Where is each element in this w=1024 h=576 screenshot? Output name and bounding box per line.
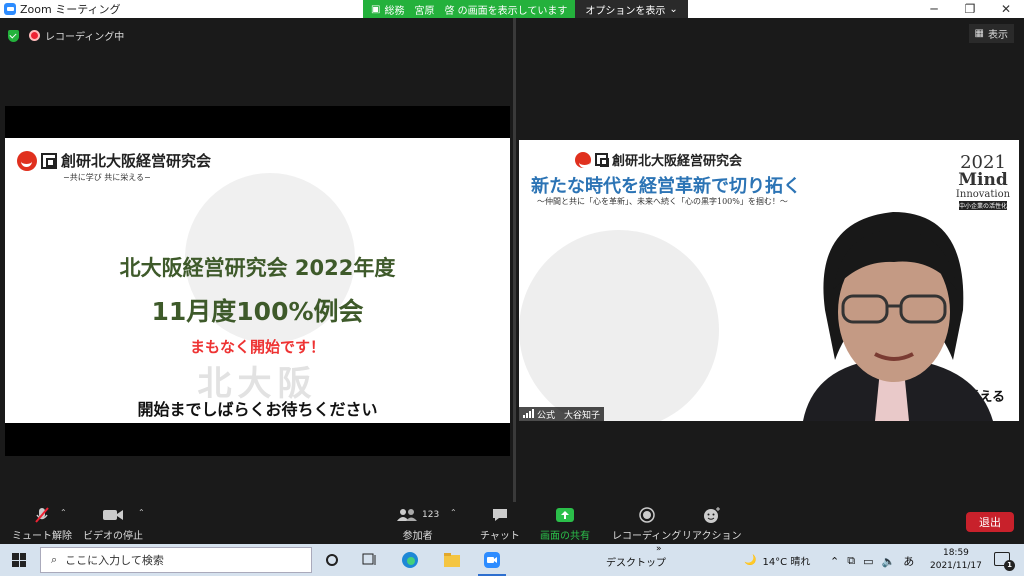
taskbar-clock[interactable]: 18:59 2021/11/17 (930, 547, 982, 573)
zoom-taskbar-icon[interactable] (482, 550, 502, 570)
slide-please-wait: 開始までしばらくお待ちください (137, 400, 378, 419)
desktop-toolbar-label[interactable]: デスクトップ (606, 554, 666, 569)
slide-title-line1: 北大阪経営研究会 2022年度 (119, 256, 396, 280)
mic-muted-icon (33, 506, 51, 524)
ime-indicator[interactable]: あ (903, 553, 914, 569)
close-button[interactable]: ✕ (988, 0, 1024, 18)
badge-innovation: Innovation (955, 189, 1011, 200)
edge-browser-icon[interactable] (400, 550, 420, 570)
search-icon: ⌕ (51, 553, 58, 566)
battery-icon[interactable]: ▭ (863, 555, 873, 568)
participant-name: 公式 大谷知子 (537, 410, 601, 421)
participants-icon: 123 (396, 506, 439, 524)
weather-text: 14°C 晴れ (762, 557, 811, 568)
toolbar-expand-icon[interactable]: » (656, 544, 662, 554)
clock-time: 18:59 (942, 548, 969, 558)
windows-start-icon[interactable] (12, 553, 26, 567)
cortana-icon[interactable] (322, 550, 342, 570)
share-status-text: 総務 宮原 啓 の画面を表示しています (384, 5, 568, 17)
app-title: Zoom ミーティング (0, 1, 121, 17)
moon-icon: 🌙 (744, 555, 757, 566)
view-options-button[interactable]: オプションを表示 ⌄ (575, 0, 688, 18)
file-explorer-icon[interactable] (442, 550, 462, 570)
reactions-label: リアクション (682, 531, 742, 542)
grid-icon: ▦ (974, 28, 984, 39)
window-controls: ─ ❐ ✕ (916, 0, 1024, 18)
record-icon (29, 30, 40, 41)
kaiso-box-icon (595, 153, 609, 167)
video-subline: 〜仲間と共に「心を革新」、未来へ続く「心の黒字100%」を掴む！〜 (537, 197, 788, 206)
unmute-label: ミュート解除 (12, 531, 72, 542)
notification-center-icon[interactable]: 1 (994, 552, 1015, 571)
audio-options-caret-icon[interactable]: ⌃ (60, 508, 67, 517)
split-divider[interactable] (513, 18, 516, 502)
record-button[interactable]: レコーディング (612, 506, 681, 542)
signal-bars-icon (523, 409, 534, 418)
minimize-button[interactable]: ─ (916, 0, 952, 18)
participants-label: 参加者 (402, 531, 433, 542)
chat-bubble-icon (491, 506, 509, 524)
task-view-icon[interactable] (360, 550, 380, 570)
chat-button[interactable]: チャット (480, 506, 520, 542)
participants-caret-icon[interactable]: ⌃ (450, 508, 457, 517)
slide-title-line2: 11月度100%例会 (151, 297, 364, 326)
share-status-bar: ▣ 総務 宮原 啓 の画面を表示しています オプションを表示 ⌄ (363, 0, 688, 18)
participant-person (803, 212, 993, 421)
volume-icon[interactable]: 🔈 (881, 555, 895, 568)
video-options-caret-icon[interactable]: ⌃ (138, 508, 145, 517)
share-screen-label: 画面の共有 (540, 531, 590, 542)
leave-button[interactable]: 退出 (966, 512, 1014, 532)
zoom-logo-icon (4, 3, 16, 15)
weather-widget[interactable]: 🌙 14°C 晴れ (744, 553, 810, 568)
badge-mind: Mind (958, 170, 1008, 190)
record-label: レコーディング (612, 531, 682, 542)
security-shield-icon[interactable] (8, 29, 19, 42)
video-camera-icon (102, 506, 124, 524)
notification-count: 1 (1004, 560, 1015, 571)
kaiso-box-icon (41, 152, 57, 169)
chat-label: チャット (480, 531, 520, 542)
shared-slide: 創研北大阪経営研究会 −共に学び 共に栄える− 北大阪経営研究会 2022年度 … (5, 138, 510, 423)
view-label: 表示 (988, 30, 1008, 41)
recording-label: レコーディング中 (45, 32, 125, 43)
smiley-icon (702, 506, 722, 524)
slide-starting-soon: まもなく開始です！ (189, 338, 325, 356)
share-status: ▣ 総務 宮原 啓 の画面を表示しています (363, 0, 576, 18)
network-icon[interactable]: ⧉ (847, 554, 855, 568)
recording-indicator[interactable]: レコーディング中 (29, 28, 124, 43)
meeting-status-icons: レコーディング中 (8, 28, 124, 43)
video-headline: 新たな時代を経営革新で切り拓く (531, 176, 801, 197)
share-screen-button[interactable]: 画面の共有 (540, 506, 590, 542)
video-watermark-circle (519, 230, 719, 421)
org-logo-icon (575, 151, 591, 168)
search-placeholder: ここに入力して検索 (65, 554, 164, 567)
clock-date: 2021/11/17 (930, 561, 982, 571)
record-icon (638, 506, 656, 524)
taskbar-search-input[interactable]: ⌕ ここに入力して検索 (40, 547, 312, 573)
window-title: Zoom ミーティング (20, 3, 121, 16)
participant-video[interactable]: 創研北大阪経営研究会 新たな時代を経営革新で切り拓く 〜仲間と共に「心を革新」、… (519, 140, 1019, 421)
org-logo-icon (17, 150, 37, 171)
reactions-button[interactable]: リアクション (682, 506, 742, 542)
screen-share-icon: ▣ (371, 3, 381, 15)
view-button[interactable]: ▦ 表示 (968, 24, 1014, 43)
windows-taskbar: ⌕ ここに入力して検索 デスクトップ » 🌙 14°C 晴れ ⌃ ⧉ ▭ 🔈 あ… (0, 544, 1024, 576)
view-options-label: オプションを表示 (585, 5, 666, 17)
share-screen-icon (555, 506, 575, 524)
participant-name-tag: 公式 大谷知子 (519, 407, 605, 421)
stop-video-button[interactable]: ビデオの停止 (83, 506, 143, 542)
stop-video-label: ビデオの停止 (83, 531, 143, 542)
chevron-down-icon: ⌄ (669, 3, 678, 15)
video-org-name: 創研北大阪経営研究会 (612, 154, 743, 169)
maximize-button[interactable]: ❐ (952, 0, 988, 18)
participants-button[interactable]: 123 参加者 (396, 506, 439, 542)
show-hidden-icons-icon[interactable]: ⌃ (830, 555, 839, 568)
slide-org-subtitle: −共に学び 共に栄える− (63, 173, 151, 182)
meeting-toolbar: ミュート解除 ⌃ ビデオの停止 ⌃ 123 参加者 ⌃ チャット 画面の共有 レ… (0, 502, 1024, 544)
slide-org-name: 創研北大阪経営研究会 (61, 152, 212, 170)
system-tray: ⌃ ⧉ ▭ 🔈 あ (830, 553, 914, 569)
participants-count: 123 (422, 510, 440, 520)
slide-org-logo: 創研北大阪経営研究会 (17, 150, 211, 171)
video-org-logo: 創研北大阪経営研究会 (575, 150, 742, 169)
